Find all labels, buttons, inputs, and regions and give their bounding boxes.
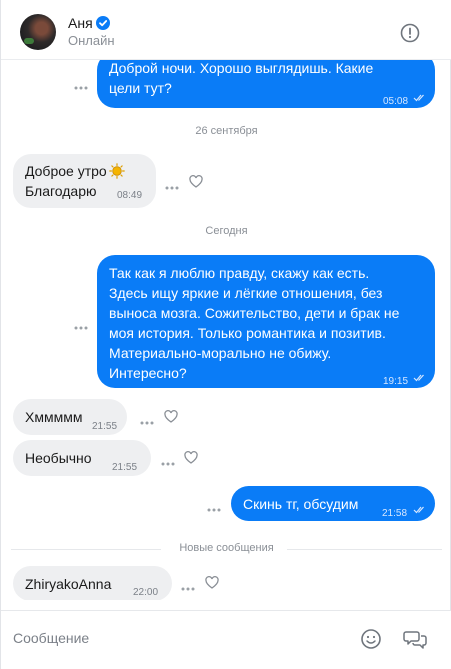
- more-dots-icon[interactable]: [160, 454, 176, 466]
- chat-window: Аня Онлайн Доброй ночи. Хорошо выглядишь…: [0, 0, 451, 669]
- heart-icon[interactable]: [184, 451, 198, 464]
- message-text: Так как я люблю правду, скажу как есть. …: [109, 265, 400, 381]
- message-time: 21:58: [382, 508, 408, 519]
- double-check-icon: [413, 94, 424, 102]
- message-bubble-incoming[interactable]: Необычно 21:55: [13, 440, 151, 476]
- message-time: 21:55: [92, 421, 118, 432]
- more-dots-icon[interactable]: [180, 579, 196, 591]
- message-bubble-incoming[interactable]: Доброе утро Благодарю 08:49: [13, 154, 156, 208]
- message-text-line2: Благодарю: [25, 183, 97, 199]
- message-list[interactable]: Доброй ночи. Хорошо выглядишь. Какие цел…: [1, 60, 451, 600]
- date-separator: 26 сентября: [195, 125, 258, 137]
- message-composer[interactable]: Сообщение: [1, 610, 451, 669]
- message-text: Доброй ночи. Хорошо выглядишь. Какие цел…: [109, 60, 374, 96]
- chat-header: Аня Онлайн: [1, 0, 451, 60]
- message-bubble-outgoing[interactable]: Доброй ночи. Хорошо выглядишь. Какие цел…: [97, 60, 435, 108]
- message-bubble-outgoing[interactable]: Скинь тг, обсудим 21:58: [231, 486, 435, 521]
- avatar[interactable]: [20, 14, 56, 50]
- more-dots-icon[interactable]: [73, 78, 89, 90]
- online-status: Онлайн: [68, 33, 115, 48]
- message-text: ZhiryakoAnna: [25, 576, 112, 592]
- verified-check-icon: [96, 16, 110, 30]
- sun-emoji-icon: [108, 163, 125, 179]
- heart-icon[interactable]: [205, 576, 219, 589]
- new-messages-divider: Новые сообщения: [1, 542, 451, 556]
- message-time: 19:15: [383, 376, 409, 387]
- new-messages-label: Новые сообщения: [179, 542, 274, 554]
- message-time: 22:00: [133, 587, 159, 598]
- heart-icon[interactable]: [164, 410, 178, 423]
- message-text: Хммммм: [25, 409, 83, 425]
- message-bubble-incoming[interactable]: Хммммм 21:55: [13, 399, 127, 435]
- message-text-line1: Доброе утро: [25, 163, 107, 179]
- message-text: Доброе утро: [25, 161, 125, 181]
- alert-circle-icon[interactable]: [400, 23, 420, 43]
- message-time: 08:49: [117, 190, 143, 201]
- message-bubble-outgoing[interactable]: Так как я люблю правду, скажу как есть. …: [97, 255, 435, 388]
- more-dots-icon[interactable]: [73, 318, 89, 330]
- chat-bubbles-icon[interactable]: [403, 628, 427, 650]
- message-text: Скинь тг, обсудим: [243, 496, 359, 512]
- message-time: 05:08: [383, 96, 409, 107]
- more-dots-icon[interactable]: [164, 178, 180, 190]
- message-input[interactable]: Сообщение: [13, 630, 89, 646]
- double-check-icon: [413, 506, 424, 514]
- heart-icon[interactable]: [189, 175, 203, 188]
- smile-icon[interactable]: [360, 628, 382, 650]
- more-dots-icon[interactable]: [206, 500, 222, 512]
- contact-name[interactable]: Аня: [68, 15, 93, 31]
- message-time: 21:55: [112, 462, 138, 473]
- divider-line: [287, 549, 442, 550]
- date-separator: Сегодня: [205, 225, 248, 237]
- message-text: Необычно: [25, 450, 92, 466]
- more-dots-icon[interactable]: [139, 413, 155, 425]
- message-bubble-incoming[interactable]: ZhiryakoAnna 22:00: [13, 566, 172, 600]
- double-check-icon: [413, 374, 424, 382]
